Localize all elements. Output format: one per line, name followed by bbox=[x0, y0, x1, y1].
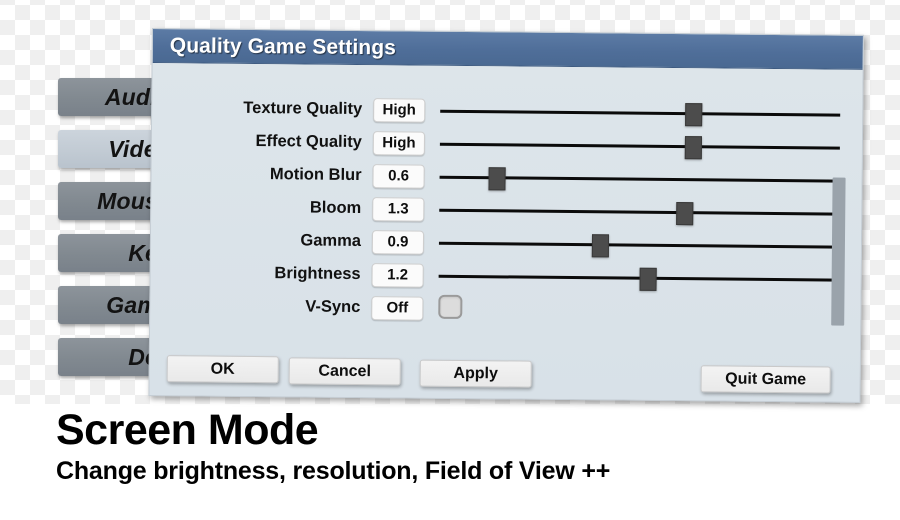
setting-value-text: 1.2 bbox=[387, 266, 409, 284]
setting-label: Gamma bbox=[300, 231, 362, 251]
setting-value-text: Off bbox=[386, 299, 409, 317]
dialog-title: Quality Game Settings bbox=[169, 33, 397, 59]
slider-thumb[interactable] bbox=[639, 267, 657, 291]
setting-slider[interactable] bbox=[440, 98, 841, 126]
setting-value-field[interactable]: 1.2 bbox=[371, 262, 424, 288]
setting-value-field[interactable]: Off bbox=[371, 295, 424, 321]
slider-thumb[interactable] bbox=[684, 135, 702, 159]
slider-thumb[interactable] bbox=[676, 201, 694, 225]
caption-block: Screen Mode Change brightness, resolutio… bbox=[56, 406, 611, 486]
setting-value-text: 0.6 bbox=[388, 167, 410, 185]
dialog-footer: OK Cancel Apply Quit Game bbox=[149, 341, 862, 403]
setting-label: Bloom bbox=[309, 198, 362, 218]
setting-label: Effect Quality bbox=[255, 131, 363, 152]
setting-row-v-sync: V-Sync Off bbox=[150, 289, 862, 329]
setting-value-field[interactable]: 0.9 bbox=[371, 229, 425, 255]
setting-value-text: High bbox=[382, 134, 416, 152]
cancel-button-label: Cancel bbox=[318, 362, 372, 380]
quit-game-button-label: Quit Game bbox=[725, 370, 807, 388]
setting-label: Brightness bbox=[274, 264, 361, 284]
slider-thumb[interactable] bbox=[488, 166, 506, 190]
ok-button-label: OK bbox=[210, 360, 235, 378]
setting-value-field[interactable]: High bbox=[373, 97, 426, 123]
setting-label: Texture Quality bbox=[243, 98, 363, 119]
slider-track bbox=[438, 241, 839, 249]
setting-slider[interactable] bbox=[439, 197, 840, 225]
quality-game-settings-dialog: Quality Game Settings Texture Quality Hig… bbox=[148, 28, 864, 403]
setting-slider[interactable] bbox=[439, 164, 840, 192]
setting-slider[interactable] bbox=[438, 263, 839, 291]
caption-title: Screen Mode bbox=[56, 406, 319, 454]
settings-list: Texture Quality High Effect Quality High Mot… bbox=[149, 63, 863, 403]
setting-value-field[interactable]: High bbox=[372, 130, 426, 156]
cancel-button[interactable]: Cancel bbox=[288, 357, 401, 386]
apply-button-label: Apply bbox=[453, 364, 499, 382]
slider-track bbox=[439, 142, 840, 150]
setting-slider[interactable] bbox=[438, 230, 839, 258]
apply-button[interactable]: Apply bbox=[419, 359, 532, 388]
caption-subtitle: Change brightness, resolution, Field of … bbox=[56, 457, 611, 486]
slider-track bbox=[439, 208, 840, 216]
setting-value-text: High bbox=[382, 101, 416, 119]
setting-value-field[interactable]: 1.3 bbox=[372, 196, 425, 222]
ok-button[interactable]: OK bbox=[166, 355, 279, 384]
vertical-scrollbar-thumb[interactable] bbox=[831, 177, 846, 326]
slider-track bbox=[440, 109, 841, 117]
slider-thumb[interactable] bbox=[685, 102, 703, 126]
setting-value-text: 1.3 bbox=[387, 200, 409, 218]
setting-slider[interactable] bbox=[439, 131, 840, 159]
setting-value-field[interactable]: 0.6 bbox=[372, 163, 425, 189]
slider-thumb[interactable] bbox=[591, 233, 610, 257]
setting-value-text: 0.9 bbox=[387, 233, 409, 251]
setting-label: Motion Blur bbox=[269, 165, 362, 185]
setting-checkbox[interactable] bbox=[438, 294, 463, 319]
setting-label: V-Sync bbox=[305, 297, 361, 317]
quit-game-button[interactable]: Quit Game bbox=[700, 365, 831, 394]
